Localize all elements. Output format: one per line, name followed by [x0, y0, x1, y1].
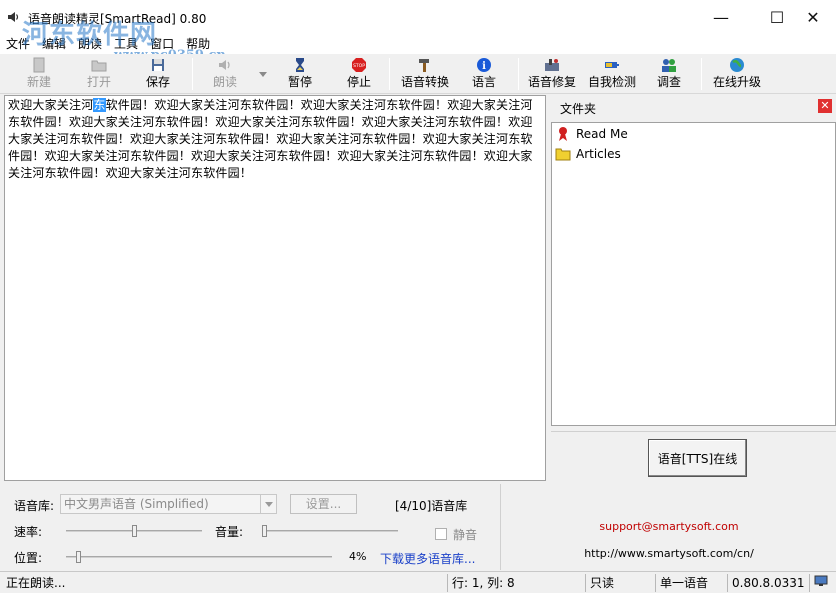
- stop-sign-icon: STOP: [338, 56, 380, 74]
- stop-button[interactable]: STOP 停止: [338, 56, 380, 92]
- info-icon: i: [463, 56, 505, 74]
- voice-lib-label: 语音库:: [14, 499, 55, 513]
- rate-slider-thumb[interactable]: [132, 525, 137, 537]
- users-icon: [648, 56, 690, 74]
- folder-tree: Read Me Articles: [551, 122, 836, 426]
- new-doc-icon: [18, 56, 60, 74]
- read-button[interactable]: 朗读: [204, 56, 246, 92]
- red-ribbon-icon: [555, 126, 571, 142]
- toolbar: 新建 打开 保存 朗读 暂停 STOP 停止 语音转换 i 语言 语音修复 自我…: [0, 54, 836, 94]
- menu-window[interactable]: 窗口: [144, 34, 180, 54]
- mute-checkbox[interactable]: [435, 528, 447, 540]
- tts-online-button[interactable]: 语音[TTS]在线: [648, 439, 747, 477]
- survey-button[interactable]: 调查: [648, 56, 690, 92]
- read-dropdown-arrow-icon[interactable]: [259, 72, 267, 77]
- position-slider[interactable]: [66, 551, 332, 563]
- text-before-selection: 欢迎大家关注河: [8, 98, 94, 112]
- hammer-icon: [398, 56, 452, 74]
- svg-text:STOP: STOP: [353, 63, 365, 69]
- voice-select[interactable]: 中文男声语音 (Simplified): [60, 494, 277, 514]
- menu-file[interactable]: 文件: [0, 34, 36, 54]
- volume-slider[interactable]: [262, 525, 398, 537]
- save-disk-icon: [137, 56, 179, 74]
- close-panel-icon[interactable]: ✕: [818, 99, 832, 113]
- position-slider-thumb[interactable]: [76, 551, 81, 563]
- toolbar-separator: [389, 58, 390, 90]
- menu-edit[interactable]: 编辑: [36, 34, 72, 54]
- folder-panel-title: 文件夹: [560, 102, 597, 116]
- open-folder-icon: [78, 56, 120, 74]
- minimize-button[interactable]: —: [698, 0, 744, 34]
- position-label: 位置:: [14, 551, 43, 565]
- menu-tools[interactable]: 工具: [108, 34, 144, 54]
- close-button[interactable]: ✕: [790, 0, 836, 34]
- voice-select-value: 中文男声语音 (Simplified): [64, 497, 209, 511]
- rate-slider[interactable]: [66, 525, 202, 537]
- battery-check-icon: [585, 56, 639, 74]
- support-email[interactable]: support@smartysoft.com: [501, 520, 836, 533]
- volume-label: 音量:: [215, 525, 244, 539]
- toolbar-separator: [192, 58, 193, 90]
- title-bar: 语音朗读精灵[SmartRead] 0.80 — ☐ ✕: [0, 0, 836, 34]
- voice-count: [4/10]语音库: [395, 499, 468, 513]
- speaker-icon: [204, 56, 246, 74]
- mute-label: 静音: [453, 528, 478, 542]
- folder-panel-footer: 语音[TTS]在线: [551, 431, 836, 481]
- info-panel: support@smartysoft.com http://www.smarty…: [500, 484, 836, 570]
- text-editor[interactable]: 欢迎大家关注河东软件园！欢迎大家关注河东软件园！欢迎大家关注河东软件园！欢迎大家…: [4, 95, 546, 481]
- menu-read[interactable]: 朗读: [72, 34, 108, 54]
- position-percent: 4%: [349, 550, 367, 563]
- pause-button[interactable]: 暂停: [279, 56, 321, 92]
- download-voices-link[interactable]: 下载更多语音库...: [380, 550, 475, 567]
- window-title: 语音朗读精灵[SmartRead] 0.80: [28, 12, 207, 26]
- status-bar: 正在朗读... 行: 1, 列: 8 只读 单一语音 0.80.8.0331: [0, 571, 836, 593]
- status-state: 正在朗读...: [6, 576, 66, 590]
- folder-icon: [555, 146, 571, 162]
- chevron-down-icon: [260, 495, 276, 513]
- status-mode: 只读: [585, 574, 655, 592]
- folder-panel: 文件夹 ✕ Read Me Articles 语音[TTS]在线: [549, 95, 836, 481]
- voice-convert-button[interactable]: 语音转换: [398, 56, 452, 92]
- voice-controls: 语音库: 中文男声语音 (Simplified) 设置... [4/10]语音库…: [0, 484, 500, 570]
- settings-button[interactable]: 设置...: [290, 494, 357, 514]
- toolbar-separator: [701, 58, 702, 90]
- status-voice-mode: 单一语音: [655, 574, 727, 592]
- status-version: 0.80.8.0331: [727, 574, 809, 592]
- selected-text: 东: [93, 98, 106, 112]
- editor-text: 欢迎大家关注河东软件园！欢迎大家关注河东软件园！欢迎大家关注河东软件园！欢迎大家…: [5, 96, 545, 182]
- speaker-app-icon: [6, 10, 20, 24]
- tree-item-articles[interactable]: Articles: [555, 145, 621, 163]
- volume-slider-thumb[interactable]: [262, 525, 267, 537]
- website-url[interactable]: http://www.smartysoft.com/cn/: [501, 547, 836, 560]
- rate-label: 速率:: [14, 525, 43, 539]
- voice-repair-button[interactable]: 语音修复: [525, 56, 579, 92]
- tree-item-read-me[interactable]: Read Me: [555, 125, 628, 143]
- open-button[interactable]: 打开: [78, 56, 120, 92]
- online-upgrade-button[interactable]: 在线升级: [710, 56, 764, 92]
- menu-bar: 文件 编辑 朗读 工具 窗口 帮助: [0, 34, 836, 54]
- self-check-button[interactable]: 自我检测: [585, 56, 639, 92]
- new-button[interactable]: 新建: [18, 56, 60, 92]
- repair-tools-icon: [525, 56, 579, 74]
- menu-help[interactable]: 帮助: [180, 34, 216, 54]
- save-button[interactable]: 保存: [137, 56, 179, 92]
- toolbar-separator: [518, 58, 519, 90]
- svg-text:i: i: [482, 61, 486, 72]
- globe-icon: [710, 56, 764, 74]
- folder-panel-header: 文件夹 ✕: [549, 95, 836, 119]
- monitor-icon: [809, 574, 836, 592]
- hourglass-icon: [279, 56, 321, 74]
- status-cursor: 行: 1, 列: 8: [447, 574, 585, 592]
- language-button[interactable]: i 语言: [463, 56, 505, 92]
